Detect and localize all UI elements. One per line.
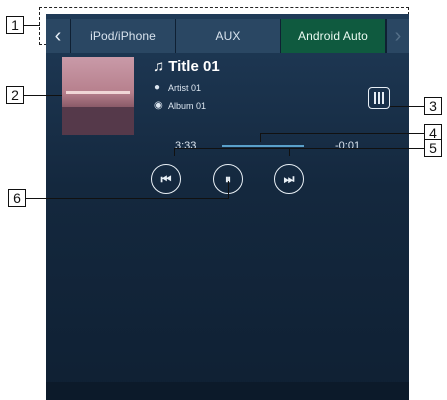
callout-5-line bbox=[174, 148, 424, 150]
callout-3-line bbox=[390, 106, 424, 108]
album-art bbox=[62, 57, 134, 135]
callout-5-tick-right bbox=[289, 148, 291, 156]
equalizer-icon bbox=[374, 92, 376, 104]
skip-forward-icon: ⏭ bbox=[283, 171, 295, 186]
tab-aux[interactable]: AUX bbox=[176, 19, 281, 53]
callout-1: 1 bbox=[6, 16, 24, 34]
skip-back-icon: ⏮ bbox=[160, 171, 172, 186]
artist-icon: ● bbox=[154, 82, 161, 93]
media-screen: ‹ iPod/iPhone AUX Android Auto › ♫ Title… bbox=[46, 14, 409, 400]
callout-1-line bbox=[24, 25, 40, 27]
callout-2-line bbox=[24, 95, 62, 97]
track-artist: Artist 01 bbox=[168, 83, 202, 93]
callout-6: 6 bbox=[8, 189, 26, 207]
track-title: Title 01 bbox=[168, 58, 220, 75]
remaining-time: -0:01 bbox=[335, 140, 361, 152]
track-title-row: ♫ Title 01 bbox=[153, 58, 220, 75]
callout-2: 2 bbox=[6, 86, 24, 104]
chevron-left-icon[interactable]: ‹ bbox=[46, 19, 71, 53]
elapsed-time: 3:33 bbox=[175, 140, 197, 152]
album-icon: ◉ bbox=[154, 100, 163, 111]
equalizer-button[interactable] bbox=[368, 87, 390, 109]
tab-ipod-iphone[interactable]: iPod/iPhone bbox=[71, 19, 176, 53]
tab-android-auto[interactable]: Android Auto bbox=[281, 19, 386, 53]
chevron-right-icon[interactable]: › bbox=[386, 19, 409, 53]
callout-4-line bbox=[260, 133, 424, 135]
source-tab-bar: ‹ iPod/iPhone AUX Android Auto › bbox=[46, 19, 409, 53]
callout-4-tick bbox=[260, 133, 262, 142]
track-album: Album 01 bbox=[168, 101, 207, 111]
callout-5: 5 bbox=[424, 139, 442, 157]
bottom-bar bbox=[46, 382, 409, 400]
next-track-button[interactable]: ⏭ bbox=[274, 164, 304, 194]
album-row: ◉ Album 01 bbox=[154, 100, 207, 112]
callout-5-tick-left bbox=[174, 148, 176, 156]
artist-row: ● Artist 01 bbox=[154, 82, 202, 94]
callout-6-line bbox=[26, 198, 229, 200]
music-note-icon: ♫ bbox=[153, 58, 165, 75]
album-art-water bbox=[62, 107, 134, 135]
callout-3: 3 bbox=[424, 97, 442, 115]
previous-track-button[interactable]: ⏮ bbox=[151, 164, 181, 194]
album-art-bridge bbox=[66, 91, 130, 106]
callout-6-tick bbox=[228, 181, 230, 199]
progress-bar[interactable] bbox=[222, 145, 304, 147]
